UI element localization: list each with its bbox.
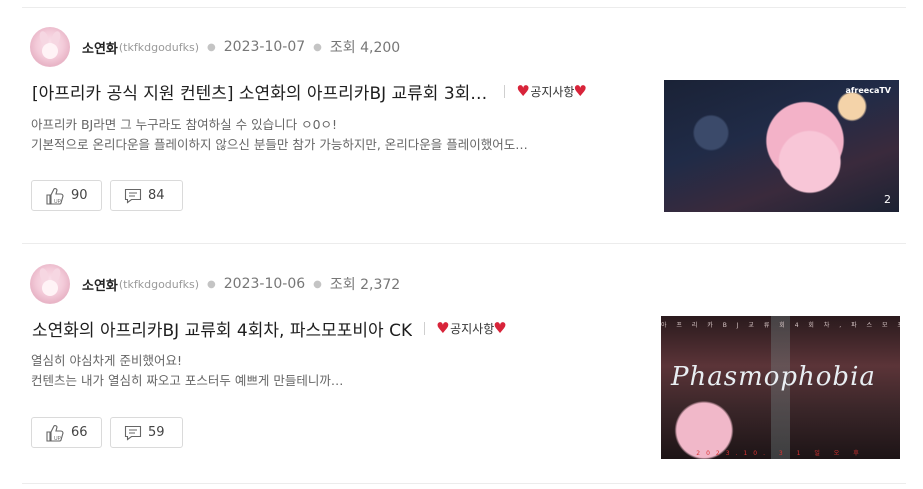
post-item[interactable]: 소연화 (tkfkdgodufks) ● 2023-10-06 ● 조회 2,3…	[0, 243, 923, 483]
bottom-divider	[22, 483, 906, 484]
separator-dot: ●	[313, 41, 322, 53]
summary-line: 열심히 야심차게 준비했어요!	[31, 353, 182, 368]
comment-button[interactable]: 59	[110, 417, 183, 448]
comment-button[interactable]: 84	[110, 180, 183, 211]
thumbs-up-icon: UP	[45, 187, 65, 205]
post-meta: 소연화 (tkfkdgodufks) ● 2023-10-06 ● 조회 2,3…	[82, 274, 400, 294]
category-label: 공지사항	[450, 321, 495, 336]
post-title[interactable]: 소연화의 아프리카BJ 교류회 4회차, 파스모포비아 CK	[32, 316, 412, 341]
author-name[interactable]: 소연화	[82, 275, 118, 294]
like-button[interactable]: UP 90	[31, 180, 102, 211]
phasmophobia-logo: Phasmophobia	[671, 362, 876, 392]
svg-text:UP: UP	[54, 199, 62, 205]
title-separator	[424, 321, 426, 335]
thumbs-up-icon: UP	[45, 424, 65, 442]
like-count: 90	[71, 188, 88, 203]
comment-count: 59	[148, 425, 165, 440]
heart-icon	[516, 81, 530, 101]
category-badge[interactable]: 공지사항	[516, 81, 587, 101]
title-row: 소연화의 아프리카BJ 교류회 4회차, 파스모포비아 CK 공지사항	[32, 315, 507, 341]
view-count: 조회 2,372	[329, 277, 401, 293]
title-separator	[504, 84, 506, 98]
separator-dot: ●	[207, 41, 216, 53]
post-summary[interactable]: 아프리카 BJ라면 그 누구라도 참여하실 수 있습니다 ㅇ0ㅇ! 기본적으로 …	[31, 115, 528, 155]
image-count: 2	[884, 193, 891, 206]
comment-icon	[124, 188, 142, 204]
post-meta: 소연화 (tkfkdgodufks) ● 2023-10-07 ● 조회 4,2…	[82, 37, 400, 57]
thumbnail-header-text: 아 프 리 카 B J 교 류 회 4 회 차 , 파 스 모 포 비 아 C …	[661, 322, 900, 329]
author-handle: (tkfkdgodufks)	[118, 277, 200, 291]
heart-icon	[573, 81, 587, 101]
thumbnail-footer-text: 2023.10. 3 1 일 오 후	[696, 450, 865, 457]
summary-line: 아프리카 BJ라면 그 누구라도 참여하실 수 있습니다 ㅇ0ㅇ!	[31, 117, 338, 132]
view-count: 조회 4,200	[329, 40, 401, 56]
category-label: 공지사항	[530, 84, 575, 99]
comment-count: 84	[148, 188, 165, 203]
summary-line: 컨텐츠는 내가 열심히 짜오고 포스터두 예쁘게 만들테니까…	[31, 373, 344, 388]
separator-dot: ●	[207, 278, 216, 290]
post-date: 2023-10-06	[223, 276, 306, 292]
post-date: 2023-10-07	[223, 39, 306, 55]
heart-icon	[436, 318, 450, 338]
heart-icon	[493, 318, 507, 338]
svg-text:UP: UP	[54, 436, 62, 442]
afreecatv-logo: afreecaTV	[845, 86, 891, 95]
post-thumbnail[interactable]: 아 프 리 카 B J 교 류 회 4 회 차 , 파 스 모 포 비 아 C …	[661, 316, 900, 459]
author-handle: (tkfkdgodufks)	[118, 40, 200, 54]
post-title[interactable]: [아프리카 공식 지원 컨텐츠] 소연화의 아프리카BJ 교류회 3회…	[32, 79, 487, 104]
title-row: [아프리카 공식 지원 컨텐츠] 소연화의 아프리카BJ 교류회 3회… 공지사…	[32, 78, 587, 104]
category-badge[interactable]: 공지사항	[436, 318, 507, 338]
summary-line: 기본적으로 온리다운을 플레이하지 않으신 분들만 참가 가능하지만, 온리다운…	[31, 137, 528, 152]
avatar[interactable]	[30, 264, 70, 304]
comment-icon	[124, 425, 142, 441]
avatar[interactable]	[30, 27, 70, 67]
post-item[interactable]: 소연화 (tkfkdgodufks) ● 2023-10-07 ● 조회 4,2…	[0, 0, 923, 243]
post-thumbnail[interactable]: afreecaTV 2	[664, 80, 899, 212]
like-count: 66	[71, 425, 88, 440]
post-summary[interactable]: 열심히 야심차게 준비했어요! 컨텐츠는 내가 열심히 짜오고 포스터두 예쁘게…	[31, 351, 343, 391]
like-button[interactable]: UP 66	[31, 417, 102, 448]
author-name[interactable]: 소연화	[82, 38, 118, 57]
separator-dot: ●	[313, 278, 322, 290]
